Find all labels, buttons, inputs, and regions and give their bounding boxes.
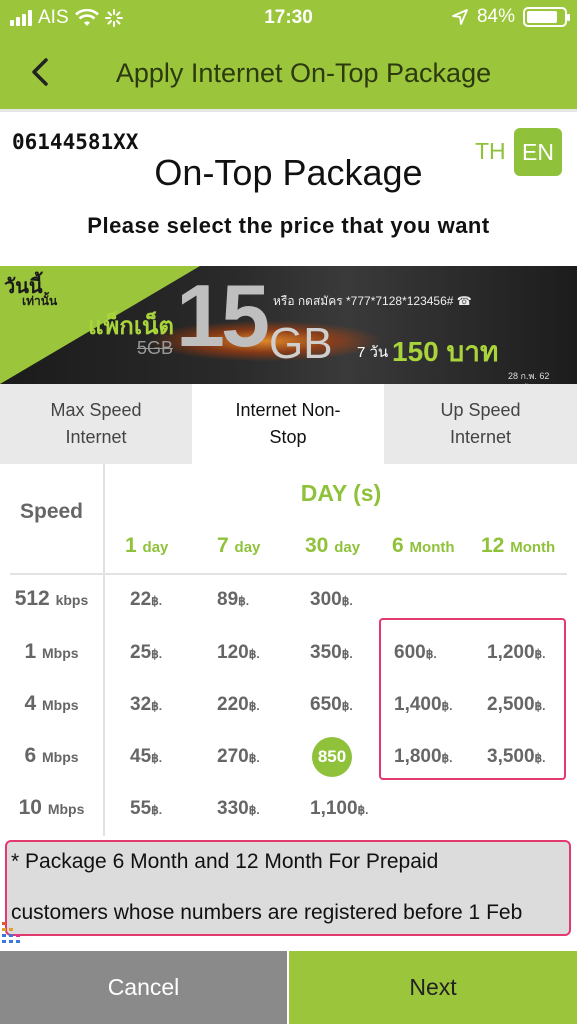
battery-percent: 84% [476, 6, 515, 27]
banner-old-quota: 5GB [137, 338, 174, 358]
duration-column-header: 7 day [217, 534, 261, 557]
price-option[interactable]: 120฿. [217, 642, 260, 664]
speed-column-header: Speed [19, 500, 84, 523]
speed-label: 10 Mbps [18, 796, 85, 819]
table-divider-vertical [103, 464, 105, 836]
tab-internet-non-stop[interactable]: Internet Non- Stop [192, 384, 384, 464]
price-option[interactable]: 1,800฿. [394, 746, 453, 768]
price-option-selected[interactable]: 850 [312, 737, 352, 777]
price-option[interactable]: 25฿. [130, 642, 162, 664]
duration-column-header: 6 Month [392, 534, 455, 557]
price-option[interactable]: 350฿. [310, 642, 353, 664]
nav-bar: Apply Internet On-Top Package [0, 36, 577, 112]
price-option[interactable]: 22฿. [130, 589, 162, 611]
price-option[interactable]: 1,400฿. [394, 694, 453, 716]
price-option[interactable]: 45฿. [130, 746, 162, 768]
duration-column-header: 12 Month [481, 534, 556, 557]
prepaid-note: * Package 6 Month and 12 Month For Prepa… [5, 840, 571, 936]
language-en-button[interactable]: EN [514, 128, 562, 176]
price-option[interactable]: 55฿. [130, 798, 162, 820]
days-header: DAY (s) [300, 480, 382, 506]
banner-ussd-code: หรือ กดสมัคร *777*7128*123456# ☎ [273, 294, 472, 308]
cancel-button[interactable]: Cancel [0, 951, 287, 1024]
price-option[interactable]: 1,100฿. [310, 798, 369, 820]
phone-number: 06144581XX [12, 130, 139, 154]
price-table: Speed DAY (s) 1 day 7 day 30 day 6 Month 12 … [0, 464, 577, 840]
page-title: Apply Internet On-Top Package [115, 58, 492, 88]
speed-label: 6 Mbps [24, 744, 79, 767]
price-option[interactable]: 3,500฿. [487, 746, 546, 768]
price-option[interactable]: 650฿. [310, 694, 353, 716]
table-divider-horizontal [10, 573, 567, 575]
tab-max-speed-internet[interactable]: Max Speed Internet [0, 384, 192, 464]
instruction-text: Please select the price that you want [87, 213, 490, 238]
next-button[interactable]: Next [289, 951, 577, 1024]
banner-quota-number: 15 [176, 266, 270, 365]
banner-quota-unit: GB [269, 319, 333, 368]
note-line-2: customers whose numbers are registered b… [11, 901, 523, 924]
battery-icon [523, 7, 570, 27]
banner-only-text: เท่านั้น [22, 294, 58, 308]
promo-banner[interactable]: วันนี้ เท่านั้น แพ็กเน็ต 5GB 15 GB หรือ … [0, 266, 577, 384]
price-option[interactable]: 1,200฿. [487, 642, 546, 664]
price-option[interactable]: 270฿. [217, 746, 260, 768]
speed-label: 1 Mbps [24, 640, 79, 663]
equalizer-icon [2, 922, 20, 943]
language-th-button[interactable]: TH [475, 138, 506, 165]
status-right: 84% [451, 6, 570, 28]
status-bar: AIS 17:30 84% [0, 0, 577, 36]
speed-label: 512 kbps [14, 587, 89, 610]
duration-column-header: 1 day [125, 534, 169, 557]
tab-up-speed-internet[interactable]: Up Speed Internet [384, 384, 577, 464]
price-option[interactable]: 600฿. [394, 642, 437, 664]
price-option[interactable]: 89฿. [217, 589, 249, 611]
duration-column-header: 30 day [305, 534, 361, 557]
location-arrow-icon [452, 9, 468, 25]
phone-icon: ☎ [456, 294, 472, 308]
banner-duration: 7 วัน [357, 344, 389, 361]
price-option[interactable]: 330฿. [217, 798, 260, 820]
banner-expiry: 28 ก.พ. 62 เท่านั้น [508, 371, 550, 381]
price-option[interactable]: 300฿. [310, 589, 353, 611]
package-tabs: Max Speed Internet Internet Non- Stop Up S… [0, 384, 577, 464]
price-option[interactable]: 32฿. [130, 694, 162, 716]
note-line-1: * Package 6 Month and 12 Month For Prepa… [11, 850, 439, 873]
price-option[interactable]: 2,500฿. [487, 694, 546, 716]
price-option[interactable]: 220฿. [217, 694, 260, 716]
speed-label: 4 Mbps [24, 692, 79, 715]
banner-price: 150 บาท [392, 336, 499, 367]
